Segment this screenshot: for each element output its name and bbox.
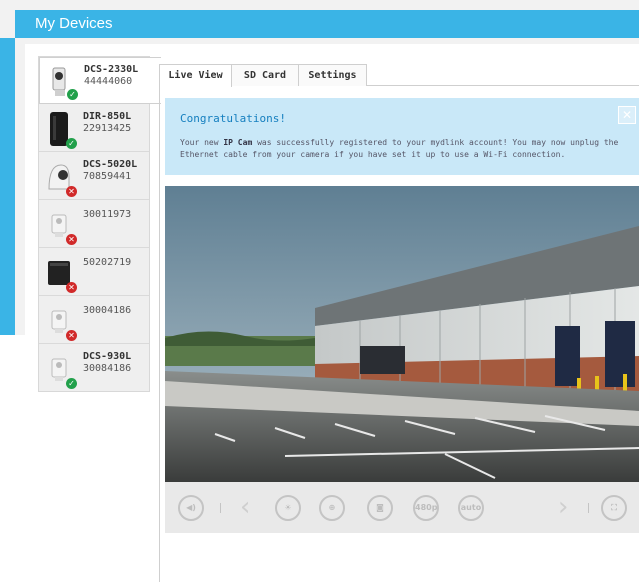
next-icon[interactable]: ›: [558, 493, 568, 521]
device-id: 44444060: [84, 76, 133, 87]
device-item-30004186[interactable]: ✕ 30004186: [39, 297, 149, 344]
divider: [220, 503, 221, 513]
offline-icon: ✕: [66, 186, 77, 197]
close-icon[interactable]: ✕: [618, 106, 636, 124]
device-list: ✓ DCS-2330L 44444060 ✓ DIR-850L 22913425…: [38, 56, 161, 392]
notice-body: Your new IP Cam was successfully registe…: [180, 138, 619, 159]
online-icon: ✓: [66, 378, 77, 389]
notice-title: Congratulations!: [180, 112, 286, 125]
zoom-icon[interactable]: ⊕: [319, 495, 345, 521]
snapshot-icon[interactable]: ◙: [367, 495, 393, 521]
content-border: [159, 86, 160, 582]
device-item-dcs-2330l[interactable]: ✓ DCS-2330L 44444060: [39, 57, 161, 104]
auto-button[interactable]: auto: [458, 495, 484, 521]
device-id: 30011973: [83, 209, 132, 220]
device-tabs: Live View SD Card Settings: [159, 64, 639, 87]
device-item-30011973[interactable]: ✕ 30011973: [39, 201, 149, 248]
device-item-dcs-930l[interactable]: ✓ DCS-930L 30084186: [39, 345, 149, 392]
live-video-feed: [165, 186, 639, 482]
tab-live-view[interactable]: Live View: [159, 64, 232, 87]
page-title: My Devices: [35, 15, 113, 32]
device-item-50202719[interactable]: ✕ 50202719: [39, 249, 149, 296]
online-icon: ✓: [66, 138, 77, 149]
resolution-button[interactable]: 480p: [413, 495, 439, 521]
tab-settings[interactable]: Settings: [298, 64, 367, 86]
device-id: 50202719: [83, 257, 132, 268]
device-model: DCS-2330L: [84, 64, 139, 75]
device-model: DIR-850L: [83, 111, 132, 122]
device-model: DCS-5020L: [83, 159, 138, 170]
offline-icon: ✕: [66, 234, 77, 245]
brightness-icon[interactable]: ☀: [275, 495, 301, 521]
volume-icon[interactable]: ◀): [178, 495, 204, 521]
tab-sd-card[interactable]: SD Card: [231, 64, 299, 86]
device-id: 30084186: [83, 363, 132, 374]
offline-icon: ✕: [66, 330, 77, 341]
fullscreen-icon[interactable]: ⛶: [601, 495, 627, 521]
divider: [588, 503, 589, 513]
device-model: DCS-930L: [83, 351, 132, 362]
online-icon: ✓: [67, 89, 78, 100]
playback-controls: ◀) ‹ ☀ ⊕ ◙ 480p auto › ⛶: [165, 482, 639, 533]
warehouse-scene: [165, 186, 639, 482]
device-item-dir-850l[interactable]: ✓ DIR-850L 22913425: [39, 105, 149, 152]
device-id: 70859441: [83, 171, 132, 182]
offline-icon: ✕: [66, 282, 77, 293]
prev-icon[interactable]: ‹: [240, 493, 250, 521]
device-item-dcs-5020l[interactable]: ✕ DCS-5020L 70859441: [39, 153, 149, 200]
device-id: 30004186: [83, 305, 132, 316]
device-id: 22913425: [83, 123, 132, 134]
registration-notice: Congratulations! Your new IP Cam was suc…: [165, 98, 639, 175]
left-accent: [0, 38, 15, 335]
